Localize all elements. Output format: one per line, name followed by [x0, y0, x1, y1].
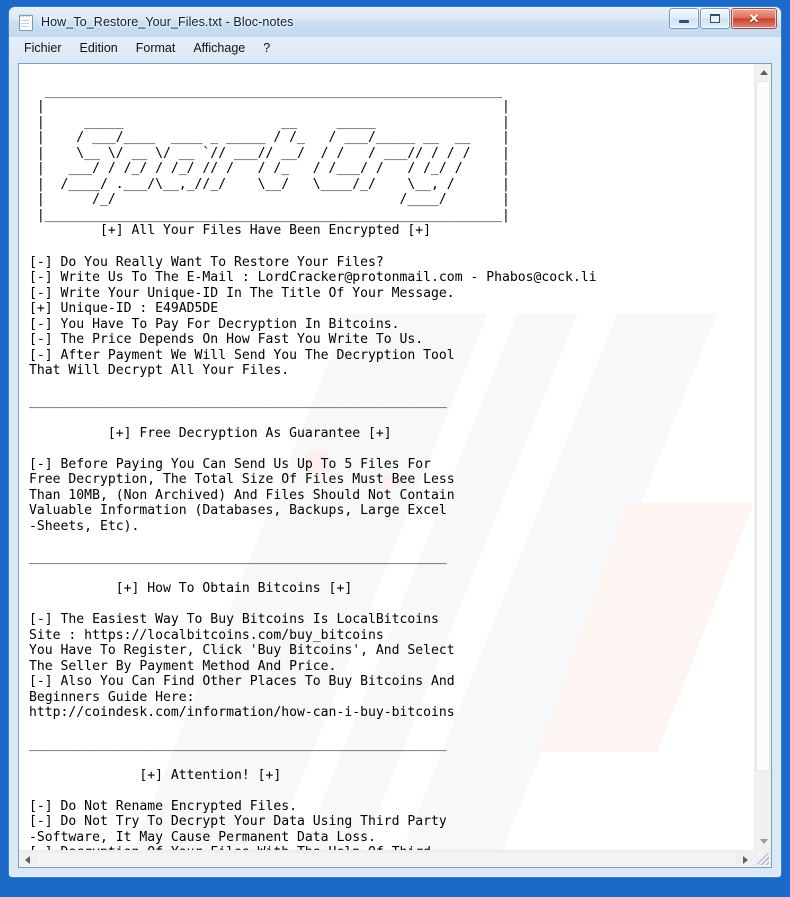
- ransom-note-text: ________________________________________…: [29, 68, 597, 850]
- caption-buttons: ✕: [669, 8, 777, 29]
- scroll-corner: [754, 850, 771, 867]
- scroll-up-button[interactable]: [755, 64, 772, 81]
- maximize-icon: [710, 14, 720, 23]
- notepad-icon: [18, 14, 34, 31]
- scroll-down-icon: [759, 839, 768, 844]
- minimize-button[interactable]: [669, 8, 699, 29]
- title-bar[interactable]: How_To_Restore_Your_Files.txt - Bloc-not…: [9, 7, 781, 37]
- close-button[interactable]: ✕: [731, 8, 777, 29]
- scroll-down-button[interactable]: [755, 833, 772, 850]
- notepad-window: How_To_Restore_Your_Files.txt - Bloc-not…: [8, 6, 782, 878]
- close-icon: ✕: [748, 11, 760, 26]
- horizontal-scrollbar[interactable]: [19, 850, 754, 867]
- scroll-left-button[interactable]: [19, 851, 36, 868]
- menu-item-affichage[interactable]: Affichage: [184, 39, 254, 57]
- scroll-right-button[interactable]: [737, 851, 754, 868]
- menu-item-format[interactable]: Format: [127, 39, 185, 57]
- menu-item-help[interactable]: ?: [254, 39, 279, 57]
- maximize-button[interactable]: [700, 8, 730, 29]
- minimize-icon: [679, 20, 689, 23]
- resize-grip-icon[interactable]: [757, 853, 769, 865]
- menu-item-fichier[interactable]: Fichier: [15, 39, 71, 57]
- window-title: How_To_Restore_Your_Files.txt - Bloc-not…: [41, 15, 294, 29]
- ascii-art-banner: ________________________________________…: [36, 83, 510, 223]
- editor-client-area: ________________________________________…: [18, 63, 772, 868]
- scroll-right-icon: [743, 855, 748, 864]
- menu-item-edition[interactable]: Edition: [71, 39, 127, 57]
- scroll-up-icon: [759, 70, 768, 75]
- vertical-scroll-thumb[interactable]: [756, 81, 770, 771]
- scroll-left-icon: [25, 855, 30, 864]
- vertical-scrollbar[interactable]: [754, 64, 771, 850]
- menu-bar: Fichier Edition Format Affichage ?: [9, 37, 781, 59]
- horizontal-scroll-thumb[interactable]: [36, 852, 737, 866]
- text-area[interactable]: ________________________________________…: [19, 64, 754, 850]
- ransom-note-body: [+] All Your Files Have Been Encrypted […: [29, 223, 597, 850]
